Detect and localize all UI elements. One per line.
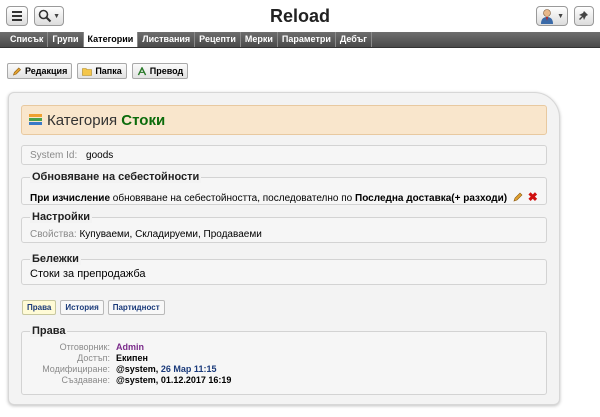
created-date: 01.12.2017 16:19 — [160, 375, 232, 385]
detail-tabs: Права История Партидност — [22, 300, 165, 315]
modified-user[interactable]: @system — [116, 364, 156, 374]
rights-section: Права Отговорник: Admin Достъп: Екипен М… — [21, 325, 547, 395]
rights-row: Модифициране: @system, 26 Мар 11:15 — [30, 364, 231, 375]
folder-button[interactable]: Папка — [77, 63, 127, 79]
modified-date: 26 Мар 11:15 — [160, 364, 217, 374]
translate-icon — [137, 66, 146, 75]
avatar-icon — [541, 9, 553, 24]
created-label: Създаване: — [61, 375, 110, 385]
tab-groups[interactable]: Групи — [48, 32, 84, 47]
rights-row: Отговорник: Admin — [30, 342, 231, 353]
cost-text: обновяване на себестойността, последоват… — [110, 193, 356, 204]
edit-pencil-icon[interactable] — [513, 192, 523, 202]
pencil-icon — [12, 67, 21, 76]
properties-value: Купуваеми, Складируеми, Продаваеми — [79, 229, 262, 240]
notes-legend: Бележки — [30, 253, 81, 265]
app-title: Reload — [269, 6, 330, 26]
chevron-down-icon: ▼ — [557, 13, 564, 20]
system-id-label: System Id: — [30, 150, 78, 161]
owner-link[interactable]: Admin — [116, 342, 144, 353]
notes-section: Бележки Стоки за препродажба — [21, 253, 547, 285]
cost-method: Последна доставка(+ разходи) — [355, 193, 508, 204]
tab-rights[interactable]: Права — [22, 300, 57, 315]
category-header: Категория Стоки — [21, 105, 547, 135]
owner-label: Отговорник: — [59, 342, 110, 352]
access-label: Достъп: — [77, 353, 110, 363]
settings-legend: Настройки — [30, 211, 93, 223]
translate-button-label: Превод — [149, 66, 184, 76]
access-value: Екипен — [116, 353, 148, 363]
category-name: Стоки — [121, 112, 166, 129]
folder-icon — [82, 67, 93, 76]
category-prefix: Категория — [47, 112, 118, 129]
delete-icon[interactable]: ✖ — [528, 190, 538, 204]
folder-button-label: Папка — [95, 66, 122, 76]
properties-label: Свойства — [30, 229, 74, 240]
category-icon — [29, 114, 42, 126]
translate-button[interactable]: Превод — [131, 63, 189, 79]
cost-update-section: Обновяване на себестойности При изчислен… — [21, 171, 547, 205]
tab-parameters[interactable]: Параметри — [278, 32, 336, 47]
modified-label: Модифициране: — [42, 364, 110, 374]
system-id-value: goods — [86, 150, 114, 161]
cost-update-legend: Обновяване на себестойности — [30, 171, 202, 183]
pin-button[interactable] — [574, 6, 594, 26]
category-title: Категория Стоки — [47, 112, 165, 129]
action-toolbar: Редакция Папка Превод — [7, 63, 189, 79]
cost-when-label: При изчисление — [30, 193, 111, 204]
created-user[interactable]: @system — [116, 375, 156, 385]
rights-row: Достъп: Екипен — [30, 353, 231, 364]
system-id-field: System Id: goods — [21, 145, 547, 165]
rights-legend: Права — [30, 325, 68, 337]
rights-row: Създаване: @system, 01.12.2017 16:19 — [30, 375, 232, 386]
top-bar: ▼ Reload ▼ — [0, 0, 600, 32]
tab-debug[interactable]: Дебъг — [336, 32, 373, 47]
tab-batches[interactable]: Партидност — [107, 300, 165, 315]
tab-categories[interactable]: Категории — [83, 32, 139, 47]
tab-recipes[interactable]: Рецепти — [195, 32, 241, 47]
edit-button-label: Редакция — [25, 66, 68, 76]
tab-list[interactable]: Списък — [6, 32, 49, 47]
category-panel: Категория Стоки System Id: goods Обновяв… — [8, 92, 560, 405]
settings-section: Настройки Свойства: Купуваеми, Складируе… — [21, 211, 547, 243]
tab-listings[interactable]: Листвания — [138, 32, 196, 47]
main-tab-bar: Списък Групи Категории Листвания Рецепти… — [0, 32, 600, 48]
edit-button[interactable]: Редакция — [7, 63, 73, 79]
tab-history[interactable]: История — [60, 300, 104, 315]
notes-text: Стоки за препродажба — [30, 268, 146, 280]
pin-icon — [579, 11, 588, 20]
user-menu-button[interactable]: ▼ — [536, 6, 568, 26]
tab-measures[interactable]: Мерки — [241, 32, 278, 47]
